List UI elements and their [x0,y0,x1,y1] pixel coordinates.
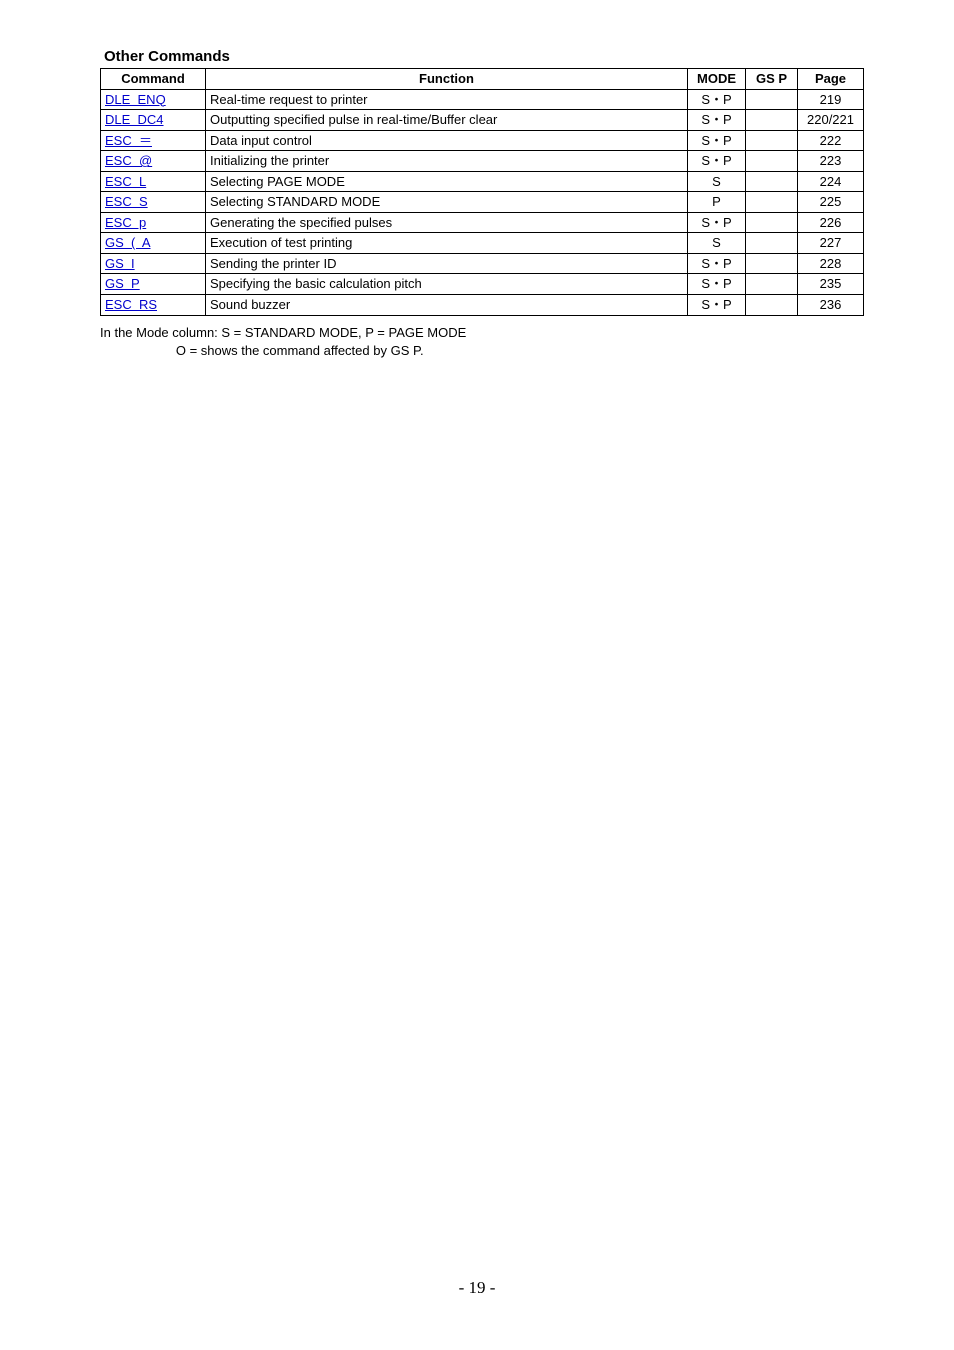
section-title: Other Commands [104,48,864,65]
gsp-cell [746,192,798,213]
command-link[interactable]: ESC ＝ [105,133,152,148]
command-cell: GS ( A [101,233,206,254]
function-cell: Initializing the printer [206,151,688,172]
th-gsp: GS P [746,69,798,90]
function-cell: Selecting STANDARD MODE [206,192,688,213]
mode-column-note: In the Mode column: S = STANDARD MODE, P… [100,324,864,362]
mode-cell: S・P [688,212,746,233]
th-command: Command [101,69,206,90]
page-cell: 227 [798,233,864,254]
table-row: ESC p Generating the specified pulsesS・P 2… [101,212,864,233]
command-link[interactable]: ESC L [105,174,146,189]
function-cell: Data input control [206,130,688,151]
page-cell: 224 [798,171,864,192]
th-function: Function [206,69,688,90]
mode-cell: S・P [688,110,746,131]
command-link[interactable]: ESC @ [105,153,152,168]
table-row: ESC @ Initializing the printerS・P 223 [101,151,864,172]
table-row: GS I Sending the printer IDS・P 228 [101,253,864,274]
table-header-row: Command Function MODE GS P Page [101,69,864,90]
command-cell: GS I [101,253,206,274]
command-link[interactable]: GS ( A [105,235,151,250]
table-row: ESC L Selecting PAGE MODES 224 [101,171,864,192]
gsp-cell [746,151,798,172]
th-mode: MODE [688,69,746,90]
function-cell: Generating the specified pulses [206,212,688,233]
mode-cell: S・P [688,89,746,110]
mode-cell: S・P [688,151,746,172]
gsp-cell [746,274,798,295]
gsp-cell [746,233,798,254]
command-link[interactable]: ESC RS [105,297,157,312]
gsp-cell [746,171,798,192]
mode-cell: P [688,192,746,213]
commands-table: Command Function MODE GS P Page DLE ENQ R… [100,68,864,316]
mode-cell: S [688,171,746,192]
table-row: ESC ＝ Data input controlS・P 222 [101,130,864,151]
table-row: ESC S Selecting STANDARD MODEP 225 [101,192,864,213]
page-cell: 222 [798,130,864,151]
table-row: ESC RS Sound buzzerS・P 236 [101,295,864,316]
command-link[interactable]: DLE ENQ [105,92,166,107]
command-cell: DLE ENQ [101,89,206,110]
function-cell: Sending the printer ID [206,253,688,274]
mode-cell: S [688,233,746,254]
command-link[interactable]: GS I [105,256,135,271]
gsp-cell [746,295,798,316]
command-cell: ESC S [101,192,206,213]
table-row: GS P Specifying the basic calculation pit… [101,274,864,295]
mode-cell: S・P [688,130,746,151]
table-row: DLE ENQ Real-time request to printerS・P 21… [101,89,864,110]
function-cell: Selecting PAGE MODE [206,171,688,192]
function-cell: Real-time request to printer [206,89,688,110]
command-cell: ESC p [101,212,206,233]
command-cell: ESC @ [101,151,206,172]
function-cell: Outputting specified pulse in real-time/… [206,110,688,131]
mode-cell: S・P [688,274,746,295]
function-cell: Execution of test printing [206,233,688,254]
command-cell: ESC L [101,171,206,192]
page-cell: 236 [798,295,864,316]
gsp-cell [746,212,798,233]
page-cell: 225 [798,192,864,213]
page-cell: 219 [798,89,864,110]
gsp-cell [746,89,798,110]
command-cell: ESC ＝ [101,130,206,151]
command-cell: ESC RS [101,295,206,316]
page-cell: 223 [798,151,864,172]
table-row: DLE DC4 Outputting specified pulse in rea… [101,110,864,131]
page-cell: 226 [798,212,864,233]
table-row: GS ( A Execution of test printingS 227 [101,233,864,254]
function-cell: Specifying the basic calculation pitch [206,274,688,295]
gsp-cell [746,253,798,274]
page-cell: 235 [798,274,864,295]
command-link[interactable]: GS P [105,276,140,291]
page-number: - 19 - [0,1278,954,1298]
command-link[interactable]: ESC p [105,215,146,230]
command-cell: GS P [101,274,206,295]
command-cell: DLE DC4 [101,110,206,131]
command-link[interactable]: ESC S [105,194,148,209]
th-page: Page [798,69,864,90]
command-link[interactable]: DLE DC4 [105,112,164,127]
mode-cell: S・P [688,253,746,274]
gsp-cell [746,130,798,151]
function-cell: Sound buzzer [206,295,688,316]
page-cell: 220/221 [798,110,864,131]
mode-cell: S・P [688,295,746,316]
page-cell: 228 [798,253,864,274]
gsp-cell [746,110,798,131]
